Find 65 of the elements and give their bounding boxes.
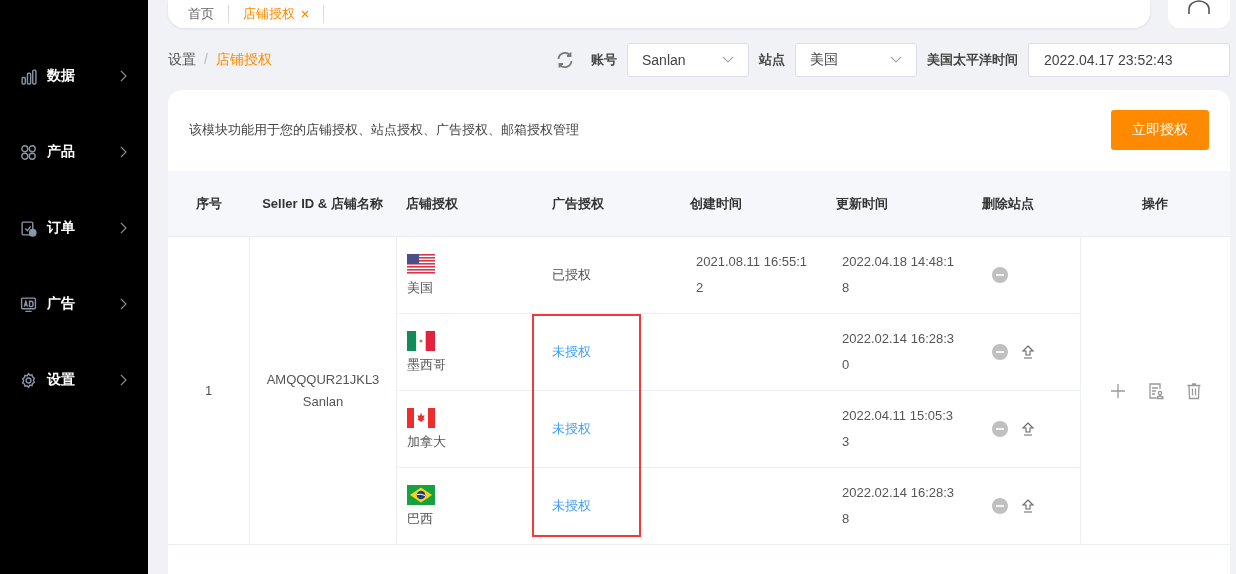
updated-time: 2022.02.14 16:28:30 [842,330,956,374]
remove-icon[interactable] [992,498,1008,514]
chevron-icon [120,298,128,310]
chevron-icon [120,146,128,158]
sidebar-item[interactable]: 广告 [0,266,148,342]
document-check-icon [20,219,37,237]
chevron-down-icon [722,56,734,64]
sidebar-item[interactable]: 数据 [0,38,148,114]
close-icon[interactable] [301,10,309,18]
updated-time: 2022.04.18 14:48:18 [842,253,956,297]
settings-icon [20,371,37,389]
account-select[interactable]: Sanlan [627,43,749,77]
country-name: 墨西哥 [407,357,446,373]
seller-id: AMQQQUR21JKL3 [266,370,380,389]
timezone-label: 美国太平洋时间 [927,51,1018,69]
headphones-icon [1186,0,1212,14]
tab[interactable]: 首页 [188,5,229,23]
user-button[interactable] [1168,0,1230,28]
column-header: 店铺授权 [396,171,532,237]
add-icon[interactable] [1108,381,1127,400]
remove-icon[interactable] [992,344,1008,360]
country-name: 巴西 [407,511,433,527]
flag-icon [407,408,435,428]
grid-icon [20,143,37,161]
document-user-icon[interactable] [1146,381,1165,400]
store-name: Sanlan [302,392,344,411]
flag-icon [407,485,435,505]
chevron-icon [120,222,128,234]
auth-status: 已授权 [552,266,591,284]
time-field[interactable]: 2022.04.17 23:52:43 [1028,43,1230,77]
updated-time: 2022.02.14 16:28:38 [842,484,956,528]
column-header: 创建时间 [680,171,826,237]
upload-icon[interactable] [1020,344,1036,360]
column-header: 操作 [1080,171,1230,237]
country-name: 美国 [407,280,433,296]
upload-icon[interactable] [1020,421,1036,437]
chevron-icon [120,374,128,386]
column-header: 广告授权 [532,171,680,237]
column-header: Seller ID & 店铺名称 [249,171,396,237]
bar-chart-icon [20,67,37,85]
chevron-down-icon [890,56,902,64]
sidebar-item[interactable]: 订单 [0,190,148,266]
refresh-icon[interactable] [555,50,575,70]
remove-icon[interactable] [992,267,1008,283]
upload-icon[interactable] [1020,498,1036,514]
ad-screen-icon [20,295,37,313]
breadcrumb-link[interactable]: 设置 [168,51,196,69]
sidebar-item[interactable]: 设置 [0,342,148,418]
created-time: 2021.08.11 16:55:12 [696,253,809,297]
flag-icon [407,254,435,274]
updated-time: 2022.04.11 15:05:33 [842,407,955,451]
breadcrumb-separator: / [204,51,208,69]
table-cell: 1 [168,237,249,545]
column-header: 删除站点 [972,171,1080,237]
flag-icon [407,331,435,351]
site-select[interactable]: 美国 [795,43,917,77]
chevron-icon [120,70,128,82]
remove-icon[interactable] [992,421,1008,437]
account-label: 账号 [591,51,617,69]
column-header: 序号 [168,171,249,237]
country-name: 加拿大 [407,434,446,450]
site-label: 站点 [759,51,785,69]
column-header: 更新时间 [826,171,972,237]
module-description: 该模块功能用于您的店铺授权、站点授权、广告授权、邮箱授权管理 [189,121,579,139]
sidebar-item[interactable]: 产品 [0,114,148,190]
